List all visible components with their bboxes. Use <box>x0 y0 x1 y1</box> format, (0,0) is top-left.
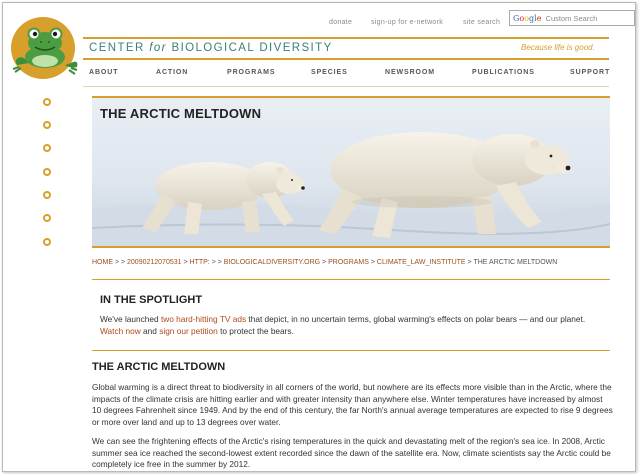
sidebar-bullet[interactable] <box>43 121 51 129</box>
org-title[interactable]: CENTER for BIOLOGICAL DIVERSITY <box>89 42 333 54</box>
site-search-link[interactable]: site search <box>463 19 500 26</box>
article-heading: THE ARCTIC MELTDOWN <box>92 361 226 373</box>
breadcrumb-programs[interactable]: PROGRAMS <box>328 259 369 266</box>
hero-banner: THE ARCTIC MELTDOWN <box>92 96 610 248</box>
tagline: Because life is good. <box>521 43 595 52</box>
sidebar-bullet[interactable] <box>43 191 51 199</box>
spotlight-text-part: that depict, in no uncertain terms, glob… <box>246 314 586 324</box>
breadcrumb-home[interactable]: HOME <box>92 259 113 266</box>
donate-link[interactable]: donate <box>329 19 352 26</box>
google-logo: Google <box>513 14 542 23</box>
search-input[interactable]: Google Custom Search <box>509 10 635 26</box>
hero-title: THE ARCTIC MELTDOWN <box>100 106 262 121</box>
nav-publications[interactable]: PUBLICATIONS <box>472 69 535 76</box>
nav-rule <box>83 86 609 87</box>
search-placeholder: Custom Search <box>545 14 598 23</box>
org-title-part1: CENTER <box>89 42 150 54</box>
divider <box>92 279 610 280</box>
sidebar-bullet[interactable] <box>43 238 51 246</box>
sidebar-bullet[interactable] <box>43 168 51 176</box>
article-paragraph-1: Global warming is a direct threat to bio… <box>92 382 613 427</box>
spotlight-text-part: and <box>140 325 160 336</box>
breadcrumb: HOME > > 20090212070531 > HTTP: > > BIOL… <box>92 259 558 266</box>
breadcrumb-item[interactable]: 20090212070531 <box>127 259 182 266</box>
nav-support[interactable]: SUPPORT <box>570 69 610 76</box>
nav-about[interactable]: ABOUT <box>89 69 118 76</box>
header-rule-top <box>83 37 609 39</box>
nav-newsroom[interactable]: NEWSROOM <box>385 69 435 76</box>
org-title-for: for <box>149 42 167 54</box>
header-rule-bottom <box>83 58 609 60</box>
nav-programs[interactable]: PROGRAMS <box>227 69 275 76</box>
signup-link[interactable]: sign-up for e-network <box>371 19 443 26</box>
breadcrumb-item[interactable]: BIOLOGICALDIVERSITY.ORG <box>224 259 320 266</box>
breadcrumb-current: THE ARCTIC MELTDOWN <box>473 259 558 266</box>
sidebar-bullet[interactable] <box>43 144 51 152</box>
page-frame: donate sign-up for e-network site search… <box>2 2 636 472</box>
org-title-part2: BIOLOGICAL DIVERSITY <box>166 42 333 54</box>
frog-logo-icon[interactable] <box>11 17 81 79</box>
watch-now-link[interactable]: Watch now <box>100 326 141 336</box>
spotlight-text-part: We've launched <box>100 314 161 324</box>
tv-ads-link[interactable]: two hard-hitting TV ads <box>161 314 246 324</box>
sidebar-bullet[interactable] <box>43 214 51 222</box>
nav-species[interactable]: SPECIES <box>311 69 348 76</box>
breadcrumb-item[interactable]: HTTP: <box>190 259 210 266</box>
divider <box>92 350 610 351</box>
spotlight-text-part: to protect the bears. <box>217 325 294 336</box>
nav-action[interactable]: ACTION <box>156 69 188 76</box>
article-paragraph-2: We can see the frightening effects of th… <box>92 436 611 470</box>
petition-link[interactable]: sign our petition <box>159 326 218 336</box>
breadcrumb-item[interactable]: CLIMATE_LAW_INSTITUTE <box>377 259 466 266</box>
spotlight-text: We've launched two hard-hitting TV ads t… <box>100 314 600 337</box>
spotlight-heading: IN THE SPOTLIGHT <box>100 294 203 306</box>
sidebar-bullet[interactable] <box>43 98 51 106</box>
